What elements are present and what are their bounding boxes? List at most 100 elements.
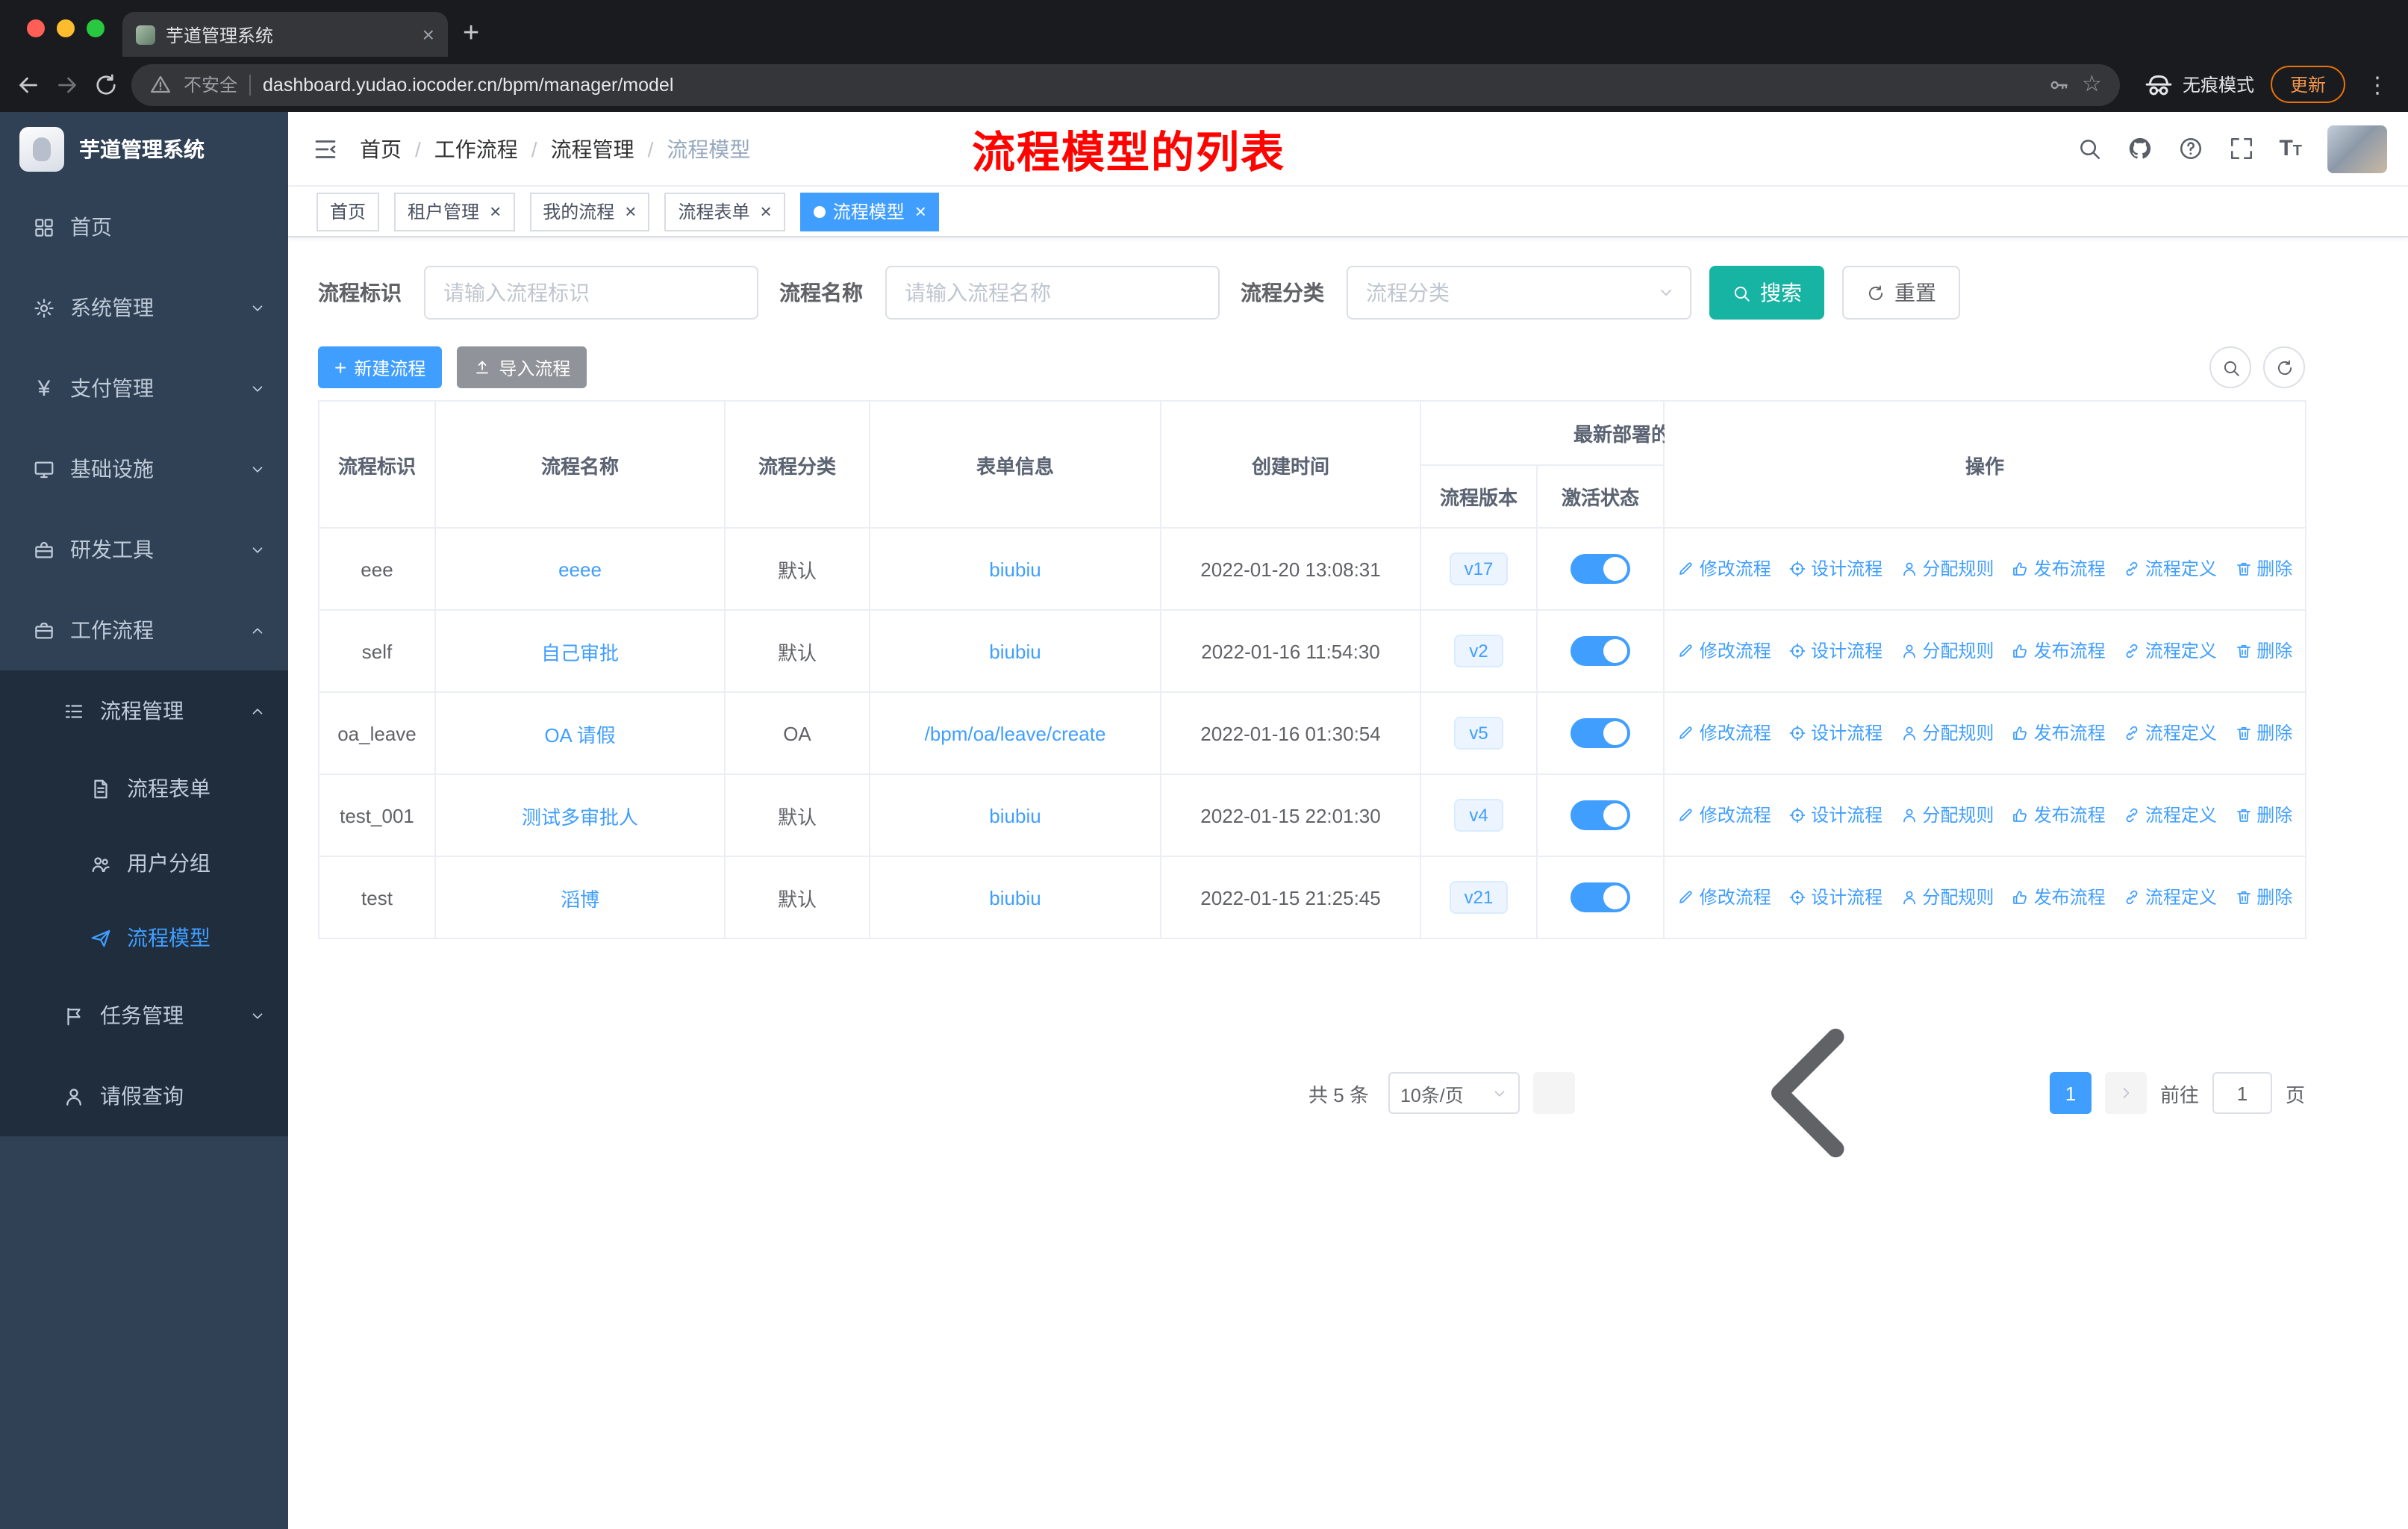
- browser-tab[interactable]: 芋道管理系统 ×: [122, 12, 448, 57]
- modify-process-link[interactable]: 修改流程: [1677, 556, 1771, 582]
- delete-link[interactable]: 删除: [2234, 803, 2292, 828]
- form-info-link[interactable]: /bpm/oa/leave/create: [925, 722, 1106, 744]
- process-definition-link[interactable]: 流程定义: [2123, 556, 2217, 582]
- assign-rules-link[interactable]: 分配规则: [1900, 803, 1994, 828]
- close-icon[interactable]: ×: [490, 202, 501, 221]
- form-info-link[interactable]: biubiu: [989, 886, 1041, 909]
- forward-icon[interactable]: [54, 71, 81, 98]
- table-refresh-button[interactable]: [2263, 346, 2305, 388]
- create-process-button[interactable]: + 新建流程: [318, 346, 443, 388]
- sidebar-item-process-form[interactable]: 流程表单: [0, 751, 288, 826]
- hamburger-icon[interactable]: [312, 135, 339, 162]
- sidebar-item-workflow[interactable]: 工作流程: [0, 590, 288, 670]
- delete-link[interactable]: 删除: [2234, 638, 2292, 664]
- process-definition-link[interactable]: 流程定义: [2123, 638, 2217, 664]
- process-definition-link[interactable]: 流程定义: [2123, 720, 2217, 746]
- delete-link[interactable]: 删除: [2234, 885, 2292, 910]
- window-zoom-button[interactable]: [87, 19, 105, 37]
- publish-process-link[interactable]: 发布流程: [2012, 885, 2106, 910]
- fullscreen-icon[interactable]: [2228, 136, 2253, 161]
- close-icon[interactable]: ×: [761, 202, 772, 221]
- process-name-link[interactable]: 滔博: [561, 888, 599, 910]
- modify-process-link[interactable]: 修改流程: [1677, 720, 1771, 746]
- assign-rules-link[interactable]: 分配规则: [1900, 885, 1994, 910]
- font-size-icon[interactable]: T T: [2279, 137, 2302, 160]
- sidebar-item-process-model[interactable]: 流程模型: [0, 900, 288, 975]
- window-minimize-button[interactable]: [57, 19, 75, 37]
- reload-icon[interactable]: [93, 71, 119, 98]
- assign-rules-link[interactable]: 分配规则: [1900, 556, 1994, 582]
- modify-process-link[interactable]: 修改流程: [1677, 803, 1771, 828]
- form-info-link[interactable]: biubiu: [989, 640, 1041, 662]
- publish-process-link[interactable]: 发布流程: [2012, 556, 2106, 582]
- sidebar-item-infrastructure[interactable]: 基础设施: [0, 429, 288, 509]
- window-close-button[interactable]: [27, 19, 45, 37]
- back-icon[interactable]: [15, 71, 42, 98]
- help-icon[interactable]: [2177, 136, 2203, 161]
- modify-process-link[interactable]: 修改流程: [1677, 885, 1771, 910]
- design-process-link[interactable]: 设计流程: [1788, 720, 1883, 746]
- browser-menu-icon[interactable]: ⋮: [2362, 71, 2393, 98]
- new-tab-button[interactable]: +: [463, 19, 479, 48]
- active-toggle[interactable]: [1570, 882, 1630, 912]
- process-name-input[interactable]: [885, 266, 1220, 320]
- sidebar-item-payment-mgmt[interactable]: ¥ 支付管理: [0, 348, 288, 429]
- close-icon[interactable]: ×: [625, 202, 636, 221]
- breadcrumb-item[interactable]: 工作流程: [434, 134, 518, 164]
- user-avatar[interactable]: [2327, 125, 2387, 172]
- sidebar-item-leave-query[interactable]: 请假查询: [0, 1056, 288, 1136]
- address-bar[interactable]: 不安全 dashboard.yudao.iocoder.cn/bpm/manag…: [131, 63, 2120, 105]
- tag-process-model[interactable]: 流程模型 ×: [799, 192, 940, 231]
- security-label[interactable]: 不安全: [184, 72, 237, 97]
- design-process-link[interactable]: 设计流程: [1788, 803, 1883, 828]
- sidebar-item-user-group[interactable]: 用户分组: [0, 826, 288, 900]
- process-definition-link[interactable]: 流程定义: [2123, 803, 2217, 828]
- process-name-link[interactable]: 测试多审批人: [522, 806, 638, 828]
- active-toggle[interactable]: [1570, 718, 1630, 748]
- process-id-input[interactable]: [424, 266, 758, 320]
- update-button[interactable]: 更新: [2270, 66, 2345, 103]
- tag-my-process[interactable]: 我的流程 ×: [529, 192, 650, 231]
- process-definition-link[interactable]: 流程定义: [2123, 885, 2217, 910]
- category-select[interactable]: 流程分类: [1347, 266, 1691, 320]
- publish-process-link[interactable]: 发布流程: [2012, 720, 2106, 746]
- active-toggle[interactable]: [1570, 554, 1630, 584]
- import-process-button[interactable]: 导入流程: [457, 346, 587, 388]
- process-name-link[interactable]: 自己审批: [541, 641, 619, 664]
- bookmark-star-icon[interactable]: ☆: [2082, 73, 2102, 96]
- reset-button[interactable]: 重置: [1842, 266, 1960, 320]
- sidebar-item-home[interactable]: 首页: [0, 187, 288, 267]
- active-toggle[interactable]: [1570, 800, 1630, 830]
- search-icon[interactable]: [2076, 136, 2101, 161]
- tag-process-form[interactable]: 流程表单 ×: [664, 192, 785, 231]
- tag-home[interactable]: 首页: [316, 192, 380, 231]
- delete-link[interactable]: 删除: [2234, 556, 2292, 582]
- sidebar-item-dev-tools[interactable]: 研发工具: [0, 509, 288, 590]
- form-info-link[interactable]: biubiu: [989, 804, 1041, 826]
- publish-process-link[interactable]: 发布流程: [2012, 803, 2106, 828]
- tag-tenant-mgmt[interactable]: 租户管理 ×: [394, 192, 515, 231]
- process-name-link[interactable]: OA 请假: [544, 723, 615, 746]
- next-page-button[interactable]: [2104, 1072, 2147, 1114]
- tab-close-icon[interactable]: ×: [422, 24, 434, 45]
- prev-page-button[interactable]: [1532, 1072, 1575, 1114]
- assign-rules-link[interactable]: 分配规则: [1900, 638, 1994, 664]
- modify-process-link[interactable]: 修改流程: [1677, 638, 1771, 664]
- active-toggle[interactable]: [1570, 636, 1630, 666]
- github-icon[interactable]: [2127, 136, 2152, 161]
- sidebar-item-process-mgmt[interactable]: 流程管理: [0, 670, 288, 751]
- search-button[interactable]: 搜索: [1709, 266, 1824, 320]
- sidebar-item-task-mgmt[interactable]: 任务管理: [0, 975, 288, 1056]
- page-size-select[interactable]: 10条/页: [1388, 1072, 1520, 1114]
- breadcrumb-item[interactable]: 首页: [360, 134, 402, 164]
- design-process-link[interactable]: 设计流程: [1788, 556, 1883, 582]
- form-info-link[interactable]: biubiu: [989, 558, 1041, 580]
- delete-link[interactable]: 删除: [2234, 720, 2292, 746]
- close-icon[interactable]: ×: [915, 202, 926, 221]
- page-number-button[interactable]: 1: [2049, 1072, 2092, 1114]
- table-search-button[interactable]: [2209, 346, 2251, 388]
- design-process-link[interactable]: 设计流程: [1788, 885, 1883, 910]
- design-process-link[interactable]: 设计流程: [1788, 638, 1883, 664]
- publish-process-link[interactable]: 发布流程: [2012, 638, 2106, 664]
- password-key-icon[interactable]: [2046, 72, 2070, 96]
